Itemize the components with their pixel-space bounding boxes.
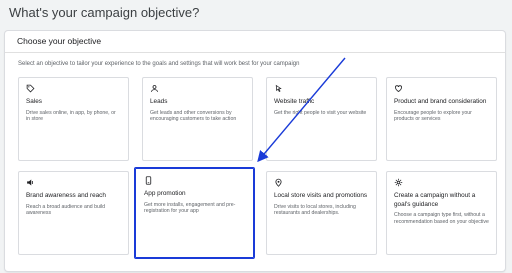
location-pin-icon xyxy=(274,178,283,187)
page-title: What's your campaign objective? xyxy=(9,5,200,20)
card-description: Get more installs, engagement and pre-re… xyxy=(144,201,236,215)
card-title: Create a campaign without a goal's guida… xyxy=(394,192,476,208)
card-title: Website traffic xyxy=(274,98,315,105)
panel-title: Choose your objective xyxy=(17,36,102,46)
objective-card-app-promotion[interactable]: App promotion Get more installs, engagem… xyxy=(134,167,255,259)
heart-icon xyxy=(394,84,403,93)
card-title: Brand awareness and reach xyxy=(26,192,106,199)
speaker-icon xyxy=(26,178,35,187)
objective-panel: Choose your objective Select an objectiv… xyxy=(5,31,505,271)
leads-icon xyxy=(150,84,159,93)
gear-icon xyxy=(394,178,403,187)
panel-subtitle: Select an objective to tailor your exper… xyxy=(18,61,300,67)
card-description: Encourage people to explore your product… xyxy=(394,109,472,123)
card-title: Sales xyxy=(26,98,42,105)
tag-icon xyxy=(26,84,35,93)
objective-card-local-store-visits[interactable]: Local store visits and promotions Drive … xyxy=(266,171,377,255)
card-title: Product and brand consideration xyxy=(394,98,487,105)
card-description: Reach a broad audience and build awarene… xyxy=(26,203,106,217)
cursor-click-icon xyxy=(274,84,283,93)
card-title: Local store visits and promotions xyxy=(274,192,368,199)
objective-card-brand-awareness[interactable]: Brand awareness and reach Reach a broad … xyxy=(18,171,129,255)
objective-card-website-traffic[interactable]: Website traffic Get the right people to … xyxy=(266,77,377,161)
card-title: Leads xyxy=(150,98,168,105)
objective-card-sales[interactable]: Sales Drive sales online, in app, by pho… xyxy=(18,77,129,161)
objective-card-leads[interactable]: Leads Get leads and other conversions by… xyxy=(142,77,253,161)
panel-header: Choose your objective xyxy=(5,31,505,53)
phone-icon xyxy=(144,176,153,185)
card-description: Get leads and other conversions by encou… xyxy=(150,109,237,123)
card-title: App promotion xyxy=(144,190,186,197)
objective-card-no-goal-guidance[interactable]: Create a campaign without a goal's guida… xyxy=(386,171,497,255)
objective-card-product-brand-consideration[interactable]: Product and brand consideration Encourag… xyxy=(386,77,497,161)
card-description: Get the right people to visit your websi… xyxy=(274,109,367,116)
card-description: Choose a campaign type first, without a … xyxy=(394,212,489,225)
card-description: Drive visits to local stores, including … xyxy=(274,203,356,217)
card-description: Drive sales online, in app, by phone, or… xyxy=(26,109,116,123)
